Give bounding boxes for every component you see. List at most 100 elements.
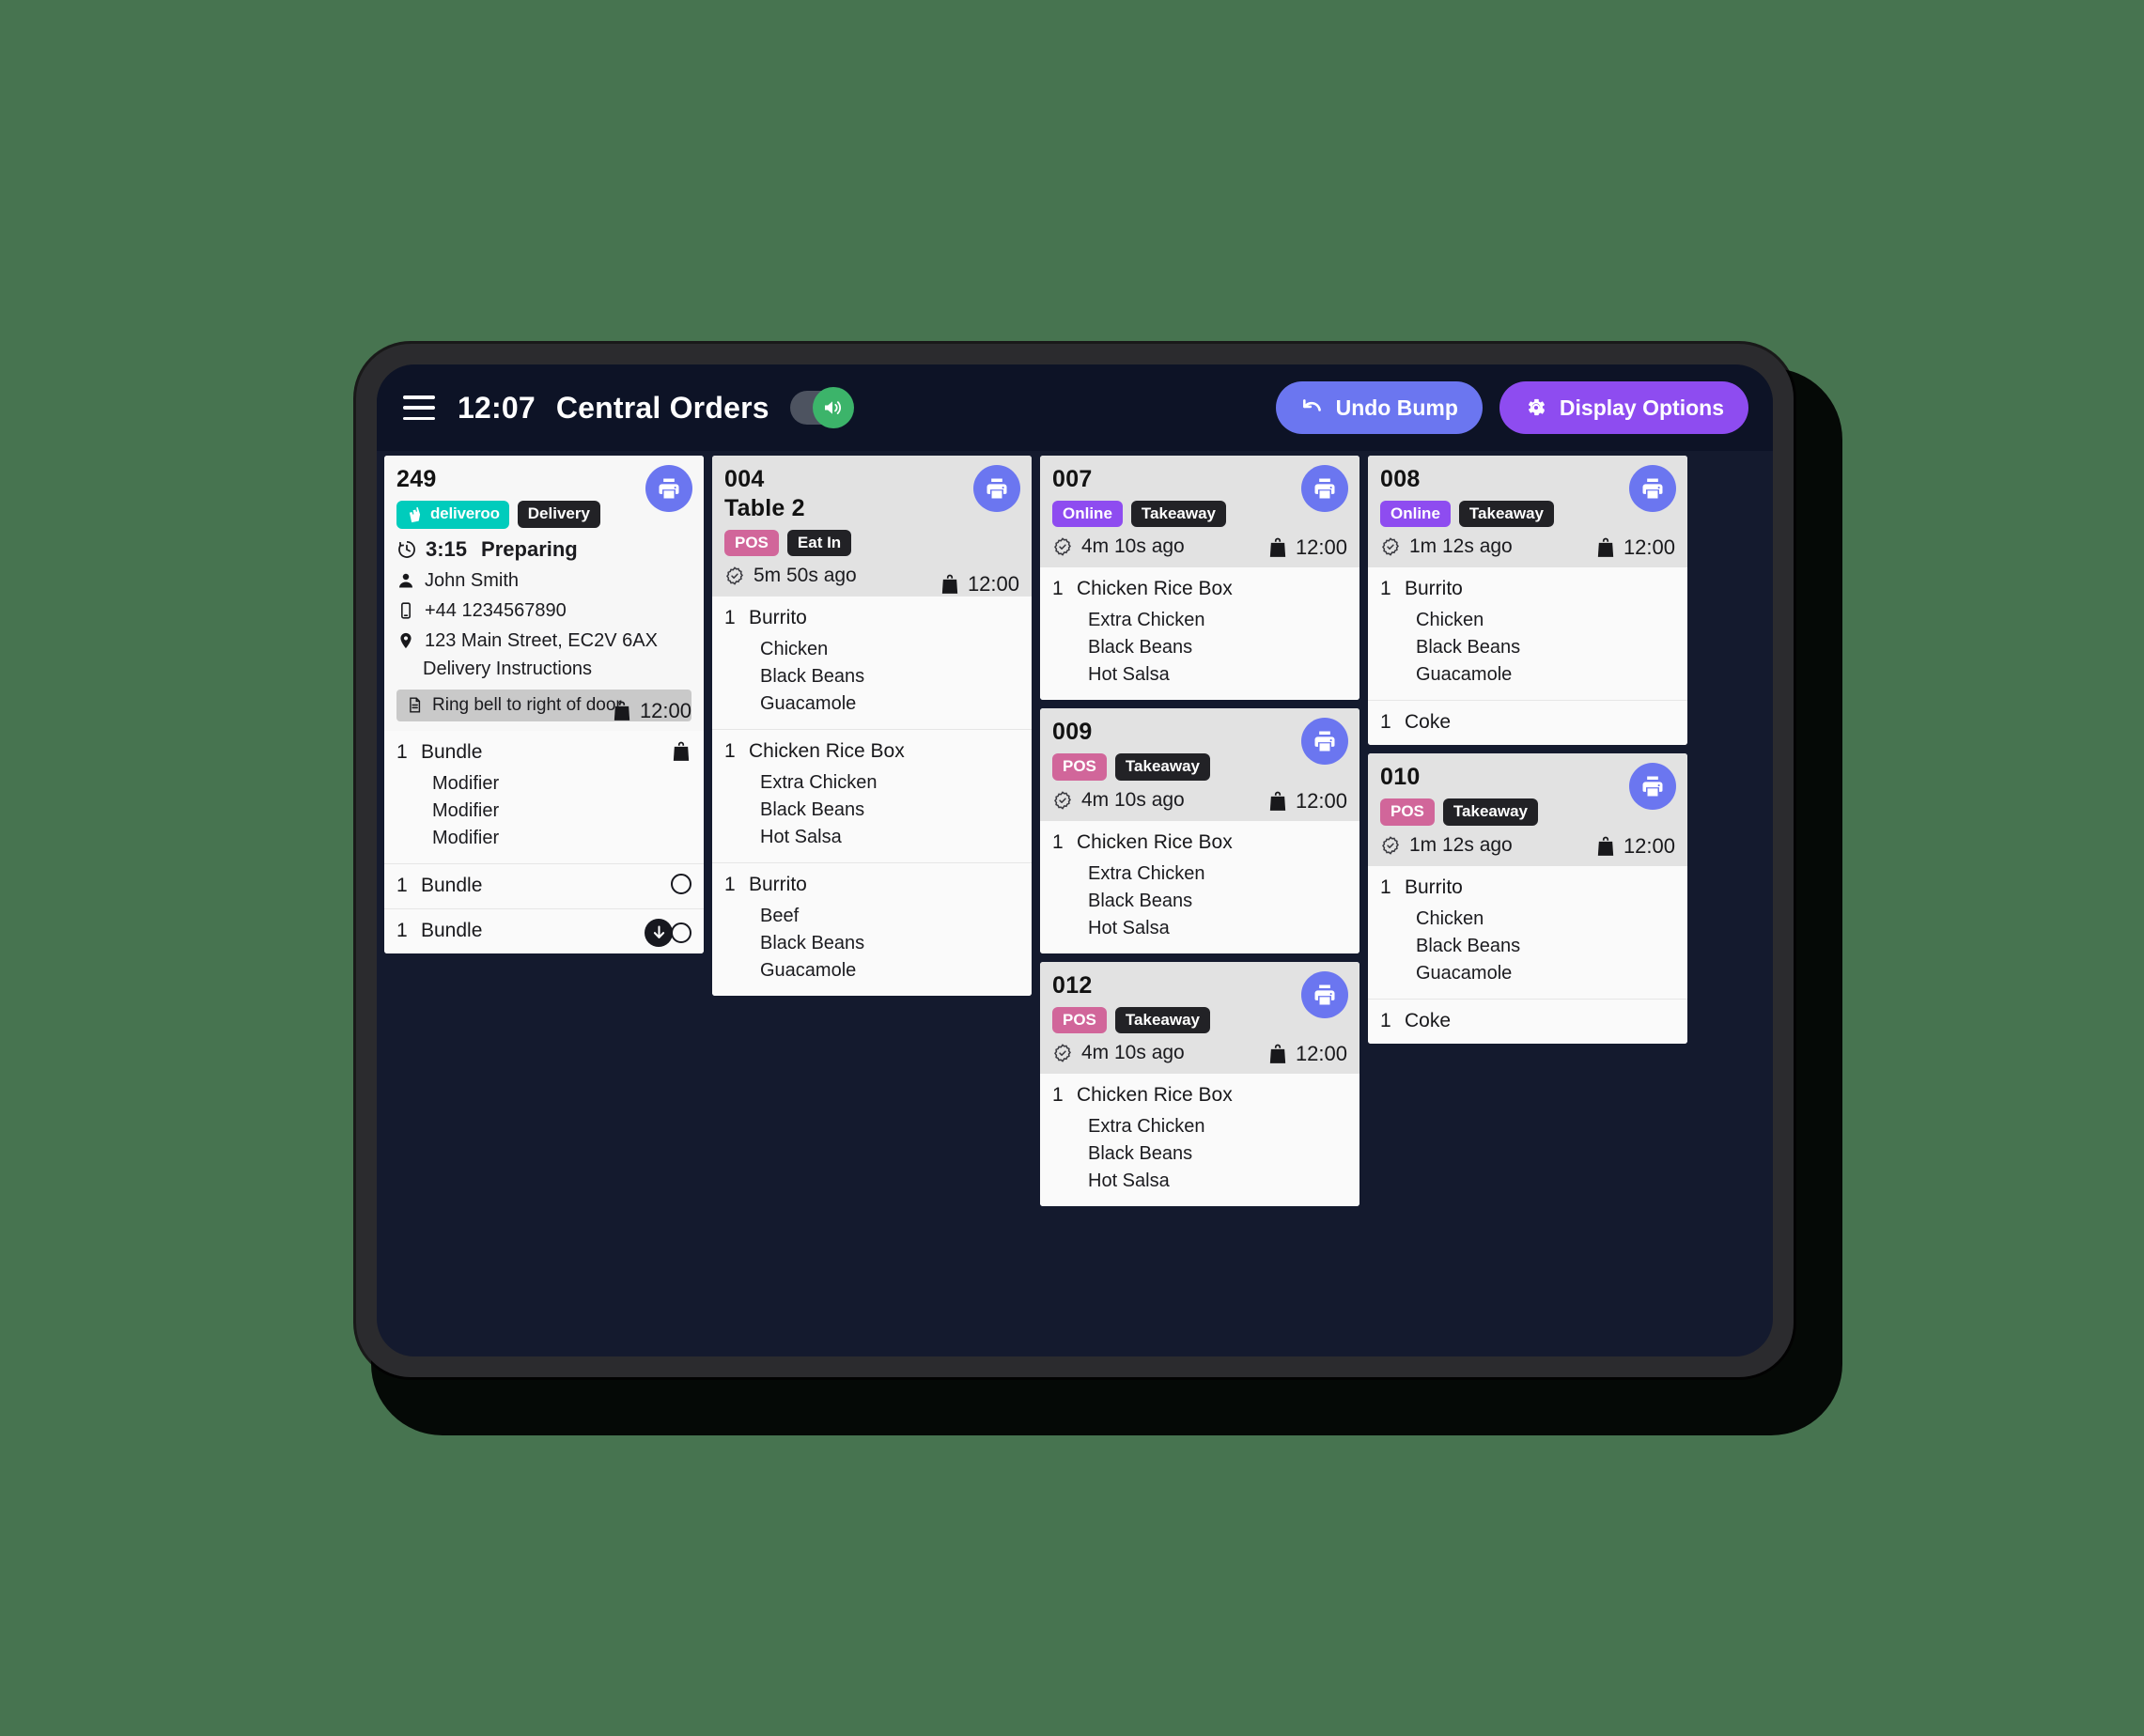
order-line-item[interactable]: 1 Bundle: [384, 862, 704, 908]
order-line-item[interactable]: 1 Coke: [1368, 700, 1687, 745]
tablet-device-frame: 12:07 Central Orders Undo Bump Display O…: [356, 344, 1794, 1377]
line-item-name: Coke: [1405, 1009, 1452, 1031]
order-status-text: Preparing: [481, 536, 578, 561]
badge-delivery: Delivery: [517, 501, 600, 529]
line-item-qty: 1: [1380, 578, 1391, 600]
printer-icon: [1314, 731, 1335, 752]
order-elapsed-value: 1m 12s ago: [1409, 833, 1513, 856]
order-card-header: 009 POS Takeaway 12:00 4m 10s ago: [1040, 708, 1359, 821]
print-order-button[interactable]: [1301, 465, 1348, 512]
line-item-modifier: Black Beans: [1088, 637, 1193, 659]
print-order-button[interactable]: [1301, 970, 1348, 1018]
order-badge-row: POS Eat In: [724, 529, 1019, 557]
order-badge-row: Online Takeaway: [1052, 500, 1347, 528]
undo-arrow-icon: [1302, 399, 1321, 411]
line-item-main: 1 Bundle: [396, 741, 691, 764]
order-card[interactable]: 008 Online Takeaway 12:00 1m 12s ago 1 Burrito…: [1368, 456, 1687, 746]
badge-online: Online: [1380, 500, 1451, 528]
elapsed-check-icon: [726, 566, 743, 586]
timer-icon: [398, 540, 415, 558]
line-item-modifier: Extra Chicken: [1088, 862, 1205, 884]
item-bag-indicator: [671, 740, 691, 763]
order-card[interactable]: 004 Table 2 POS Eat In 12:00 5m 50s ago 1 Burri…: [712, 456, 1032, 997]
order-elapsed-value: 4m 10s ago: [1081, 1042, 1185, 1064]
print-order-button[interactable]: [1629, 465, 1676, 512]
order-line-item[interactable]: 1 Chicken Rice Box Extra Chicken Black Bean…: [1040, 1074, 1359, 1206]
line-item-modifier: Hot Salsa: [760, 827, 842, 848]
order-line-item[interactable]: 1 Burrito Chicken Black Beans Guacamole: [1368, 866, 1687, 999]
display-options-button[interactable]: Display Options: [1499, 381, 1748, 434]
clock-label: 12:07: [458, 390, 536, 425]
order-line-item[interactable]: 1 Bundle Modifier Modifier Modifier: [384, 731, 704, 863]
order-card-header: 012 POS Takeaway 12:00 4m 10s ago: [1040, 961, 1359, 1075]
line-item-main: 1 Coke: [1380, 1010, 1675, 1032]
order-elapsed-value: 5m 50s ago: [754, 565, 857, 587]
line-item-modifier: Black Beans: [1416, 637, 1521, 659]
line-item-main: 1 Burrito: [1380, 876, 1675, 899]
printer-icon: [1642, 776, 1663, 797]
order-card[interactable]: 012 POS Takeaway 12:00 4m 10s ago 1 Chicken Ri…: [1040, 961, 1359, 1207]
delivery-instructions-text: Delivery Instructions: [423, 658, 593, 679]
person-icon: [399, 574, 412, 588]
order-line-item[interactable]: 1 Burrito Chicken Black Beans Guacamole: [712, 597, 1032, 729]
prep-time-value: 12:00: [1295, 788, 1347, 813]
orders-board: 249 deliveroo Delivery 12:00 3:15 Preparing Jo…: [377, 451, 1773, 1356]
sound-toggle-knob: [812, 387, 854, 428]
order-card-header: 004 Table 2 POS Eat In 12:00 5m 50s ago: [712, 456, 1032, 597]
delivery-instructions-label: Delivery Instructions: [396, 659, 691, 680]
elapsed-check-icon: [1382, 836, 1399, 855]
customer-name-value: John Smith: [425, 569, 520, 591]
order-line-item[interactable]: 1 Coke: [1368, 998, 1687, 1044]
customer-address-row: 123 Main Street, EC2V 6AX: [396, 630, 691, 652]
line-item-qty: 1: [1052, 830, 1064, 853]
order-line-item[interactable]: 1 Bundle: [384, 907, 704, 953]
order-column-2: 004 Table 2 POS Eat In 12:00 5m 50s ago 1 Burri…: [712, 456, 1032, 997]
customer-name-row: John Smith: [396, 570, 691, 592]
printer-icon: [1314, 478, 1335, 499]
line-item-name: Burrito: [749, 874, 807, 896]
badge-takeaway: Takeaway: [1442, 798, 1538, 826]
menu-icon[interactable]: [403, 395, 435, 420]
line-item-modifiers: Extra Chicken Black Beans Hot Salsa: [724, 769, 1019, 851]
order-items-list: 1 Chicken Rice Box Extra Chicken Black Bean…: [1040, 567, 1359, 701]
circle-outline-icon: [671, 873, 691, 894]
elapsed-check-icon: [1054, 791, 1071, 810]
line-item-modifier: Guacamole: [1416, 664, 1513, 686]
badge-online: Online: [1052, 500, 1123, 528]
line-item-modifier: Extra Chicken: [760, 772, 878, 794]
order-card[interactable]: 010 POS Takeaway 12:00 1m 12s ago 1 Burrito Chi…: [1368, 753, 1687, 1044]
order-line-item[interactable]: 1 Chicken Rice Box Extra Chicken Black Bean…: [1040, 821, 1359, 953]
order-card[interactable]: 009 POS Takeaway 12:00 4m 10s ago 1 Chicken Ri…: [1040, 708, 1359, 953]
line-item-qty: 1: [724, 874, 736, 896]
order-timer-row: 3:15 Preparing: [396, 537, 691, 562]
printer-icon: [987, 478, 1007, 499]
bag-icon: [1269, 1044, 1286, 1064]
order-line-item[interactable]: 1 Chicken Rice Box Extra Chicken Black Bean…: [712, 729, 1032, 862]
sound-toggle[interactable]: [789, 387, 854, 428]
order-prep-time: 12:00: [1595, 834, 1675, 859]
bump-arrow-button[interactable]: [645, 918, 673, 947]
deliveroo-kangaroo-icon: [409, 506, 421, 522]
order-card[interactable]: 007 Online Takeaway 12:00 4m 10s ago 1 Chicken…: [1040, 456, 1359, 701]
print-order-button[interactable]: [973, 465, 1020, 512]
line-item-modifier: Guacamole: [760, 693, 857, 715]
line-item-qty: 1: [396, 740, 408, 763]
undo-bump-button[interactable]: Undo Bump: [1275, 381, 1483, 434]
order-line-item[interactable]: 1 Burrito Beef Black Beans Guacamole: [712, 862, 1032, 996]
badge-eat-in: Eat In: [786, 529, 852, 557]
order-line-item[interactable]: 1 Chicken Rice Box Extra Chicken Black Bean…: [1040, 567, 1359, 700]
line-item-qty: 1: [396, 919, 408, 941]
item-bump-control[interactable]: [645, 918, 691, 947]
badge-pos: POS: [1380, 798, 1435, 826]
bag-icon: [1597, 538, 1614, 558]
line-item-modifier: Extra Chicken: [1088, 610, 1205, 631]
order-line-item[interactable]: 1 Burrito Chicken Black Beans Guacamole: [1368, 567, 1687, 700]
order-card[interactable]: 249 deliveroo Delivery 12:00 3:15 Preparing Jo…: [384, 456, 704, 953]
line-item-main: 1 Chicken Rice Box: [1052, 578, 1347, 600]
display-options-label: Display Options: [1559, 395, 1724, 420]
order-prep-time: 12:00: [940, 572, 1019, 597]
item-status-circle[interactable]: [671, 873, 691, 894]
print-order-button[interactable]: [645, 465, 692, 512]
bag-icon: [614, 701, 630, 721]
line-item-modifier: Guacamole: [760, 960, 857, 982]
